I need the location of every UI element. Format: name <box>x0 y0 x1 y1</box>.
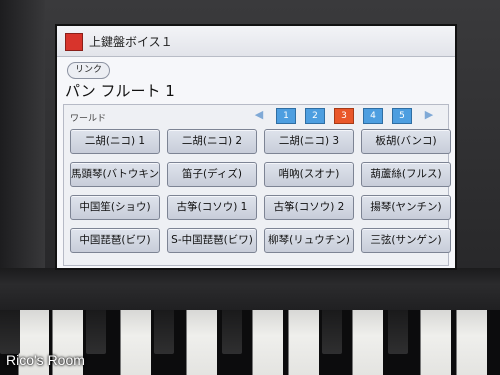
category-label: ワールド <box>70 114 107 124</box>
page-button-1[interactable]: 1 <box>276 108 296 124</box>
white-key[interactable] <box>120 310 151 375</box>
voice-button[interactable]: 中国琵琶(ビワ) <box>70 228 160 253</box>
bezel-edge <box>0 0 45 300</box>
voice-button[interactable]: 古筝(コソウ) 2 <box>264 195 354 220</box>
voice-button[interactable]: 笛子(ディズ) <box>167 162 257 187</box>
lcd-screen: 上鍵盤ボイス１ リンク パン フルート 1 ワールド ◀ 1 2 3 4 5 ▶… <box>55 24 457 270</box>
white-key[interactable] <box>252 310 283 375</box>
white-key[interactable] <box>420 310 451 375</box>
voice-grid: 二胡(ニコ) 1 二胡(ニコ) 2 二胡(ニコ) 3 板胡(バンコ) 馬頭琴(バ… <box>70 129 451 259</box>
voice-button[interactable]: 三弦(サンゲン) <box>361 228 451 253</box>
voice-button[interactable]: 葫蘆絲(フルス) <box>361 162 451 187</box>
white-key[interactable] <box>456 310 487 375</box>
voice-button[interactable]: 哨吶(スオナ) <box>264 162 354 187</box>
voice-button[interactable]: 古筝(コソウ) 1 <box>167 195 257 220</box>
white-key[interactable] <box>186 310 217 375</box>
voice-button[interactable]: S-中国琵琶(ビワ) <box>167 228 257 253</box>
link-button[interactable]: リンク <box>67 62 111 79</box>
watermark: Rico's Room <box>6 352 85 368</box>
page-button-4[interactable]: 4 <box>363 108 383 124</box>
triangle-right-icon[interactable]: ▶ <box>419 108 439 124</box>
white-key[interactable] <box>288 310 319 375</box>
black-key[interactable] <box>86 310 106 354</box>
voice-list-panel: ワールド ◀ 1 2 3 4 5 ▶ 二胡(ニコ) 1 二胡(ニコ) 2 二胡(… <box>63 104 451 266</box>
keyboard-panel-strip <box>0 268 500 310</box>
title-bar: 上鍵盤ボイス１ <box>57 26 455 57</box>
triangle-left-icon[interactable]: ◀ <box>249 108 269 124</box>
voice-button[interactable]: 柳琴(リュウチン) <box>264 228 354 253</box>
voice-section-icon <box>65 33 83 51</box>
page-button-3[interactable]: 3 <box>334 108 354 124</box>
page-button-2[interactable]: 2 <box>305 108 325 124</box>
voice-button[interactable]: 二胡(ニコ) 1 <box>70 129 160 154</box>
black-key[interactable] <box>222 310 242 354</box>
black-key[interactable] <box>0 310 20 354</box>
black-key[interactable] <box>154 310 174 354</box>
white-key[interactable] <box>352 310 383 375</box>
current-voice-name: パン フルート 1 <box>65 82 175 100</box>
voice-button[interactable]: 板胡(バンコ) <box>361 129 451 154</box>
voice-button[interactable]: 中国笙(ショウ) <box>70 195 160 220</box>
black-key[interactable] <box>322 310 342 354</box>
voice-button[interactable]: 二胡(ニコ) 3 <box>264 129 354 154</box>
page-button-5[interactable]: 5 <box>392 108 412 124</box>
black-key[interactable] <box>388 310 408 354</box>
voice-button[interactable]: 揚琴(ヤンチン) <box>361 195 451 220</box>
window-title: 上鍵盤ボイス１ <box>89 35 173 49</box>
voice-button[interactable]: 二胡(ニコ) 2 <box>167 129 257 154</box>
voice-button[interactable]: 馬頭琴(バトウキン) <box>70 162 160 187</box>
